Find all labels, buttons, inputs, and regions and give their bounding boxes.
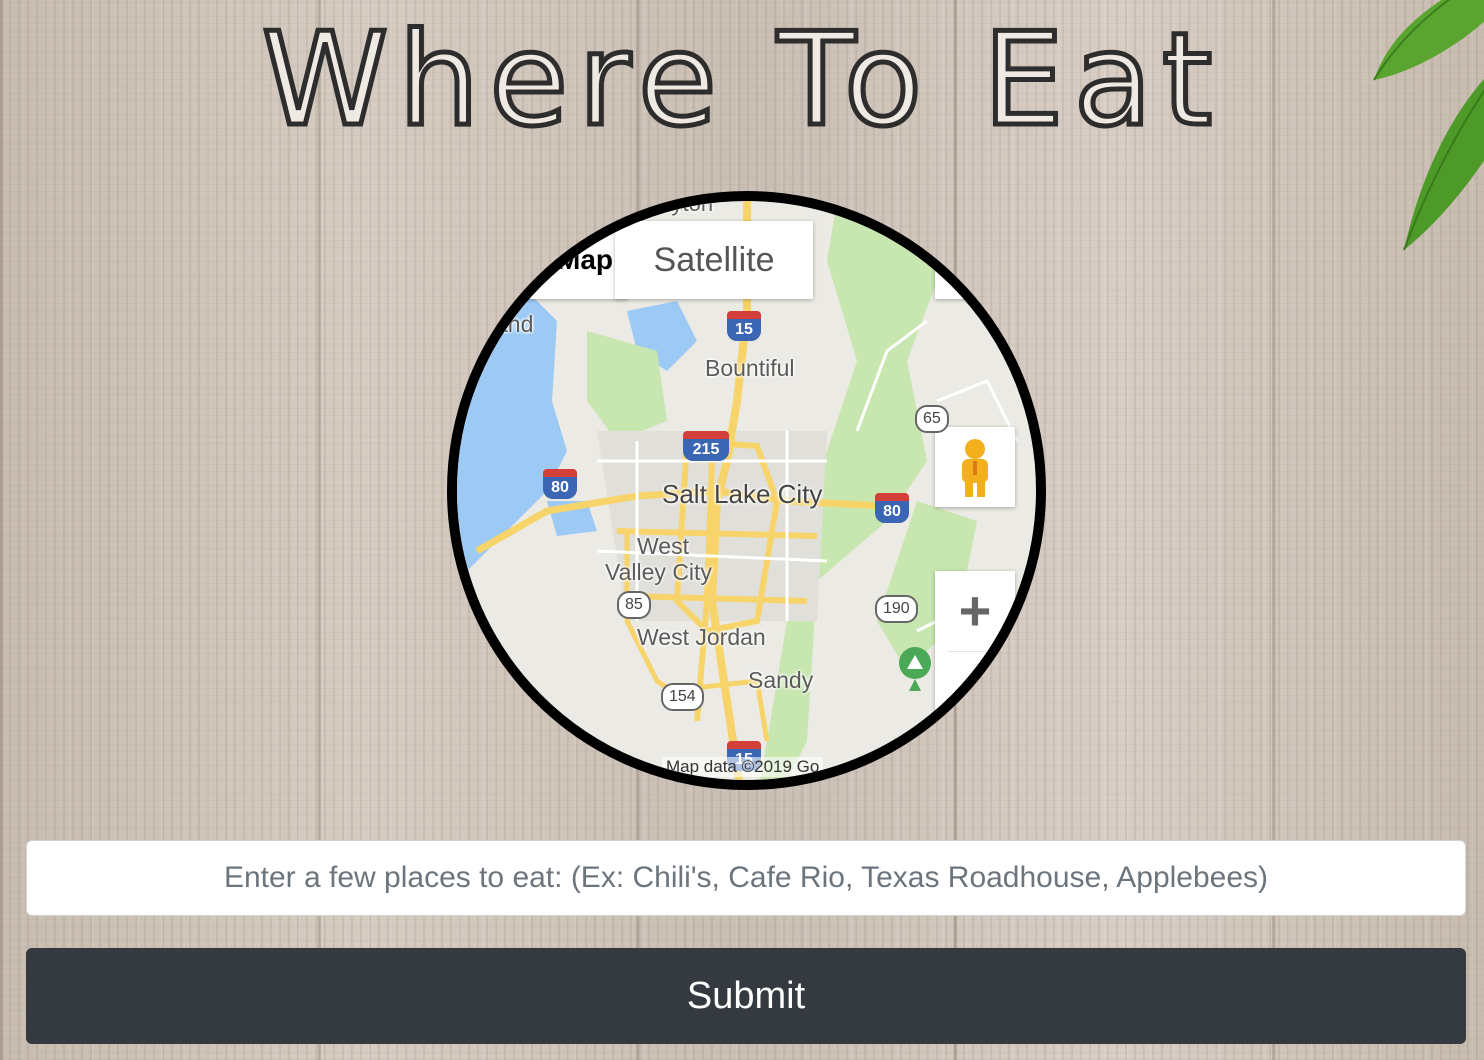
fullscreen-button[interactable] bbox=[935, 221, 1015, 299]
map-label-west-valley-line1: West bbox=[637, 533, 689, 559]
places-input[interactable] bbox=[26, 840, 1466, 916]
map-label-west-valley-line2: Valley City bbox=[605, 559, 712, 585]
map-type-satellite-button[interactable]: Satellite bbox=[615, 221, 813, 299]
map-attribution: Map data ©2019 Go bbox=[662, 757, 824, 777]
map-label-salt-lake-city: Salt Lake City bbox=[662, 479, 823, 509]
submit-button[interactable]: Submit bbox=[26, 948, 1466, 1044]
interstate-15-north-shield: 15 bbox=[727, 311, 761, 341]
zoom-in-button[interactable]: + bbox=[935, 571, 1015, 651]
map-label-bountiful: Bountiful bbox=[705, 355, 795, 381]
zoom-divider bbox=[947, 651, 1003, 652]
pegman-icon bbox=[962, 439, 988, 497]
map-label-layton: Layton bbox=[647, 191, 714, 216]
state-route-85-shield: 85 bbox=[617, 591, 651, 619]
zoom-control[interactable]: + bbox=[935, 571, 1015, 731]
map-label-sandy: Sandy bbox=[748, 667, 814, 693]
street-view-pegman-button[interactable] bbox=[935, 427, 1015, 507]
map-type-map-button[interactable]: Map bbox=[517, 221, 627, 299]
leaf-decoration bbox=[1373, 0, 1484, 251]
state-route-190-shield: 190 bbox=[875, 595, 918, 623]
interstate-80-west-shield: 80 bbox=[543, 469, 577, 499]
page-title: Where To Eat bbox=[259, 4, 1223, 158]
map-label-west-jordan: West Jordan bbox=[637, 624, 766, 650]
state-route-154-shield: 154 bbox=[661, 683, 704, 711]
interstate-215-shield: 215 bbox=[683, 431, 729, 461]
interstate-80-east-shield: 80 bbox=[875, 493, 909, 523]
map-label-island: and bbox=[495, 311, 534, 337]
map-container[interactable]: Map Satellite + Layton and Bountiful Sal… bbox=[447, 191, 1046, 790]
state-route-65-shield: 65 bbox=[915, 405, 949, 433]
